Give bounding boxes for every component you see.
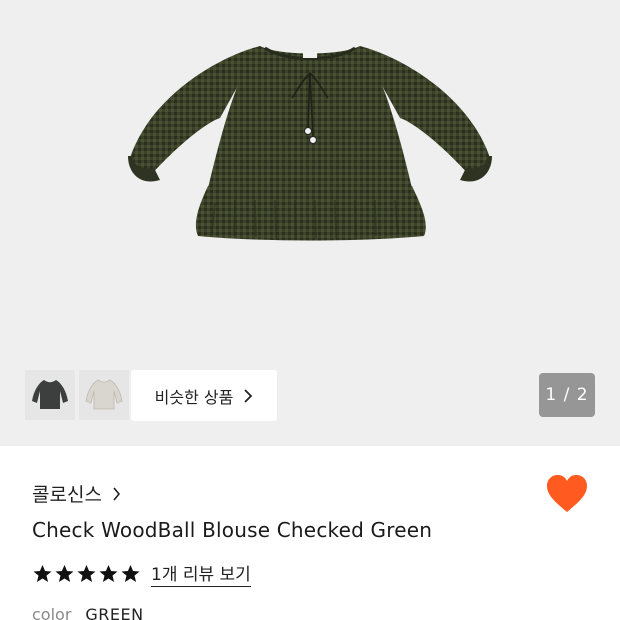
thumbnail-strip bbox=[25, 370, 129, 420]
product-gallery[interactable]: 비슷한 상품 1 / 2 bbox=[0, 0, 620, 446]
star-icon bbox=[77, 564, 96, 582]
thumbnail-dark-blouse[interactable] bbox=[25, 370, 75, 420]
chevron-right-icon bbox=[113, 486, 120, 501]
image-counter: 1 / 2 bbox=[539, 373, 595, 417]
thumbnail-light-blouse[interactable] bbox=[79, 370, 129, 420]
similar-products-label: 비슷한 상품 bbox=[154, 387, 234, 407]
product-info: 콜로신스 Check WoodBall Blouse Checked Green… bbox=[0, 446, 620, 620]
option-row: color GREEN bbox=[32, 605, 144, 620]
star-icon bbox=[121, 564, 140, 582]
rating-row: 1개 리뷰 보기 bbox=[32, 560, 251, 587]
star-icon bbox=[99, 564, 118, 582]
product-image[interactable] bbox=[120, 28, 500, 248]
brand-link[interactable]: 콜로신스 bbox=[32, 480, 121, 507]
blouse-thumbnail-icon bbox=[32, 380, 68, 409]
star-icon bbox=[55, 564, 74, 582]
review-link[interactable]: 1개 리뷰 보기 bbox=[151, 560, 251, 587]
rating-stars bbox=[32, 564, 141, 584]
option-value: GREEN bbox=[85, 605, 144, 620]
wishlist-heart-icon[interactable] bbox=[545, 474, 589, 514]
brand-name: 콜로신스 bbox=[32, 484, 102, 506]
chevron-right-icon bbox=[244, 388, 253, 403]
star-icon bbox=[33, 564, 52, 582]
option-label: color bbox=[32, 605, 72, 620]
blouse-thumbnail-icon bbox=[85, 379, 123, 410]
product-title: Check WoodBall Blouse Checked Green bbox=[32, 518, 433, 542]
similar-products-button[interactable]: 비슷한 상품 bbox=[131, 370, 277, 421]
